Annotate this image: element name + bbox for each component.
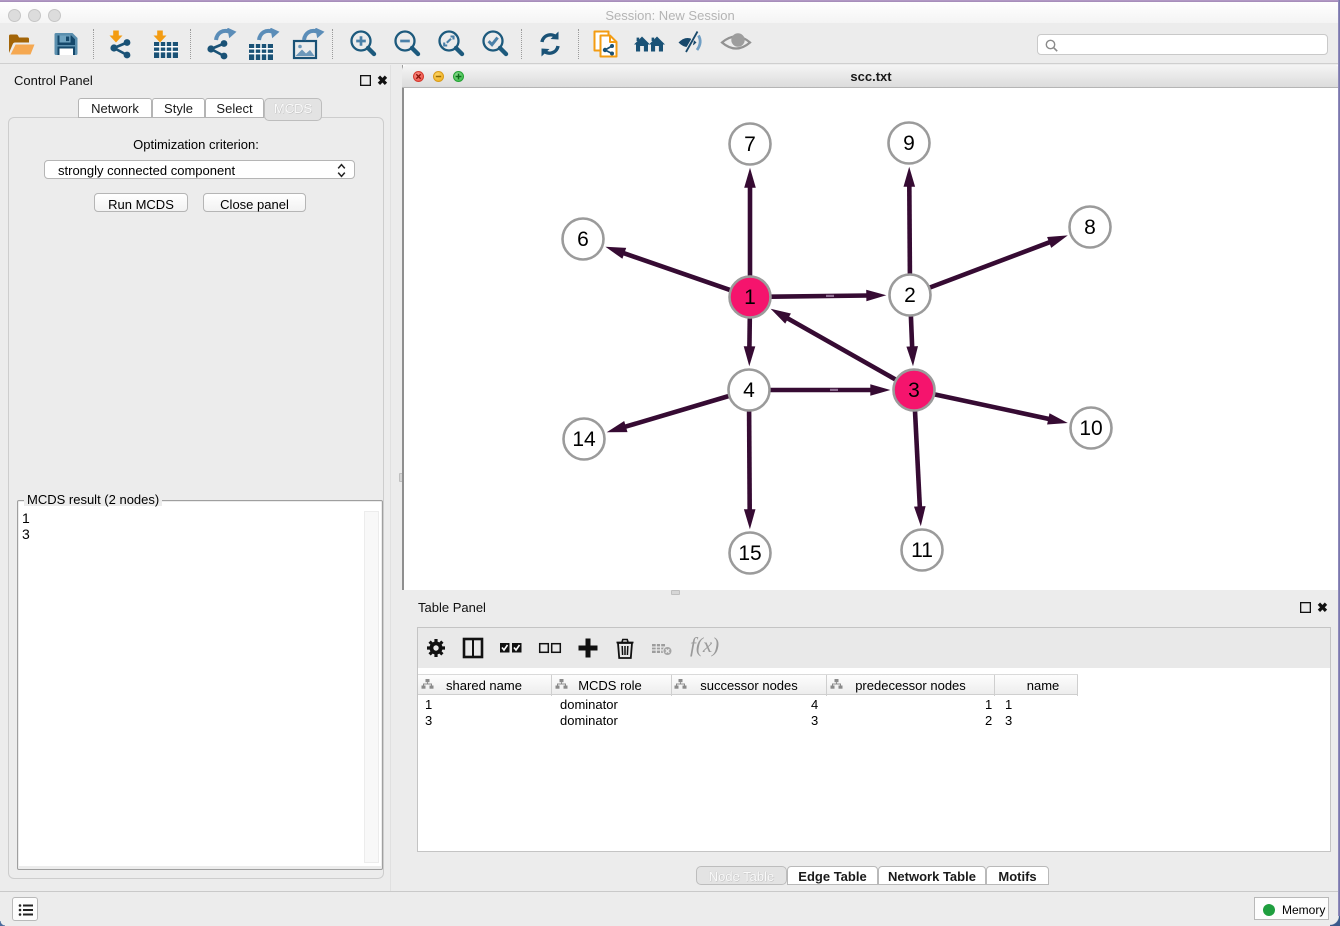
svg-text:f(x): f(x) (690, 634, 719, 657)
svg-text:6: 6 (577, 228, 589, 251)
svg-text:14: 14 (572, 428, 596, 451)
svg-text:3: 3 (908, 379, 920, 402)
svg-text:9: 9 (903, 132, 915, 155)
svg-text:7: 7 (744, 133, 756, 156)
svg-text:1: 1 (744, 286, 756, 309)
svg-text:15: 15 (738, 542, 761, 565)
svg-text:11: 11 (911, 539, 933, 562)
svg-text:2: 2 (904, 284, 916, 307)
svg-text:10: 10 (1079, 417, 1102, 440)
svg-text:4: 4 (743, 379, 755, 402)
svg-text:8: 8 (1084, 216, 1096, 239)
